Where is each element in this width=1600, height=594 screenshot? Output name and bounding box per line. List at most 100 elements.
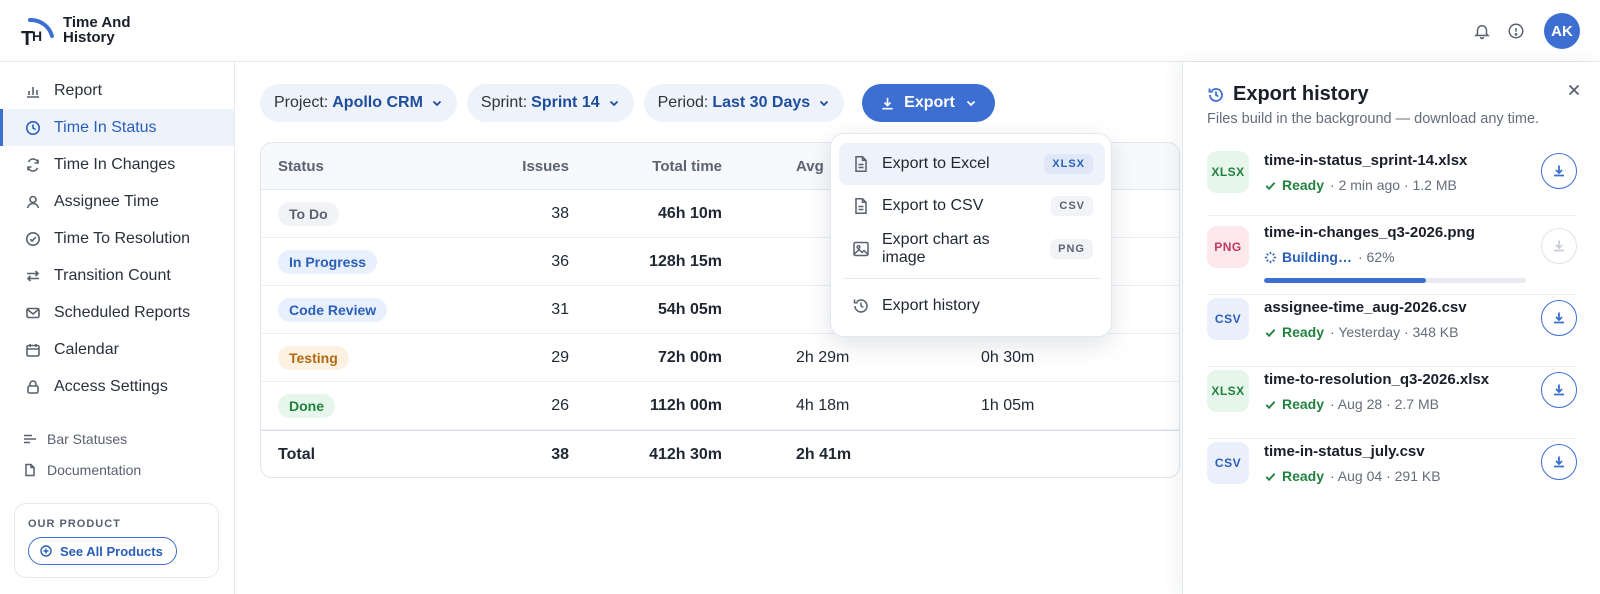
export-to-excel-item[interactable]: Export to Excel XLSX bbox=[839, 143, 1105, 185]
chevron-down-icon bbox=[431, 97, 443, 109]
sidebar-secondary: Bar Statuses Documentation bbox=[0, 423, 234, 485]
sidebar-item-calendar[interactable]: Calendar bbox=[0, 331, 234, 368]
history-file-item[interactable]: XLSX time-in-status_sprint-14.xlsx Ready · … bbox=[1207, 148, 1577, 216]
sidebar-item-time-in-changes[interactable]: Time In Changes bbox=[0, 146, 234, 183]
period-filter[interactable]: Period: Last 30 Days bbox=[643, 84, 845, 122]
column-header-avg[interactable]: Avg bbox=[796, 143, 824, 189]
file-name: time-in-status_sprint-14.xlsx bbox=[1264, 152, 1468, 169]
download-icon bbox=[1551, 382, 1567, 398]
document-icon bbox=[23, 463, 37, 477]
sidebar-item-bar-statuses[interactable]: Bar Statuses bbox=[0, 423, 234, 454]
sidebar-item-transition-count[interactable]: Transition Count bbox=[0, 257, 234, 294]
file-name: time-in-changes_q3-2026.png bbox=[1264, 224, 1475, 241]
close-icon[interactable] bbox=[1566, 82, 1582, 98]
sidebar-item-scheduled-reports[interactable]: Scheduled Reports bbox=[0, 294, 234, 331]
history-file-item[interactable]: CSV time-in-status_july.csv Ready · Aug 04 … bbox=[1207, 439, 1577, 511]
download-icon bbox=[1551, 238, 1567, 254]
see-all-products-button[interactable]: See All Products bbox=[28, 537, 177, 565]
status-pill: Done bbox=[278, 393, 335, 418]
brand-logo[interactable]: T H bbox=[20, 14, 54, 48]
status-pill: Code Review bbox=[278, 297, 388, 322]
sidebar: Report Time In Status Time In Changes As… bbox=[0, 62, 235, 594]
table-row[interactable]: Done 26 112h 00m 4h 18m 1h 05m bbox=[261, 382, 1179, 430]
user-icon bbox=[25, 194, 41, 210]
xlsx-tag: XLSX bbox=[1044, 154, 1093, 174]
filter-bar: Project: Apollo CRM Sprint: Sprint 14 Pe… bbox=[260, 84, 995, 122]
median-cell: 1h 05m bbox=[981, 396, 1035, 414]
our-product-label: OUR PRODUCT bbox=[28, 518, 121, 530]
file-details: · 62% bbox=[1358, 249, 1395, 265]
download-button[interactable] bbox=[1541, 228, 1577, 264]
sprint-filter-key: Sprint: bbox=[480, 94, 528, 111]
download-button[interactable] bbox=[1541, 300, 1577, 336]
check-icon bbox=[1264, 470, 1277, 483]
sidebar-item-access-settings[interactable]: Access Settings bbox=[0, 368, 234, 405]
total-time: 412h 30m bbox=[649, 445, 722, 463]
sidebar-item-documentation[interactable]: Documentation bbox=[0, 454, 234, 485]
info-icon[interactable] bbox=[1506, 21, 1526, 41]
download-button[interactable] bbox=[1541, 444, 1577, 480]
history-icon bbox=[1207, 86, 1225, 104]
history-file-item[interactable]: CSV assignee-time_aug-2026.csv Ready · Yest… bbox=[1207, 295, 1577, 367]
chevron-down-icon bbox=[818, 97, 830, 109]
check-icon bbox=[1264, 326, 1277, 339]
file-type-badge: CSV bbox=[1207, 298, 1249, 340]
file-icon bbox=[852, 197, 870, 215]
export-to-csv-item[interactable]: Export to CSV CSV bbox=[839, 185, 1105, 227]
bell-icon[interactable] bbox=[1472, 21, 1492, 41]
total-time-cell: 112h 00m bbox=[649, 396, 722, 414]
check-icon bbox=[1264, 179, 1277, 192]
sidebar-item-report[interactable]: Report bbox=[0, 72, 234, 109]
build-progress-fill bbox=[1264, 278, 1427, 283]
issues-cell: 29 bbox=[551, 348, 569, 366]
history-file-item[interactable]: PNG time-in-changes_q3-2026.png Building… ·… bbox=[1207, 216, 1577, 295]
sidebar-item-label: Assignee Time bbox=[54, 192, 159, 210]
sidebar-item-label: Time In Changes bbox=[54, 155, 176, 173]
file-meta: Ready · Yesterday · 348 KB bbox=[1264, 324, 1458, 340]
issues-cell: 38 bbox=[551, 204, 569, 222]
file-details: · Aug 28 · 2.7 MB bbox=[1330, 396, 1439, 412]
panel-subtitle: Files build in the background — download… bbox=[1207, 111, 1540, 127]
top-bar: T H Time And History AK bbox=[0, 0, 1600, 62]
status-pill: In Progress bbox=[278, 249, 378, 274]
file-status: Ready bbox=[1282, 468, 1325, 484]
download-button[interactable] bbox=[1541, 153, 1577, 189]
table-row[interactable]: Testing 29 72h 00m 2h 29m 0h 30m bbox=[261, 334, 1179, 382]
column-header-total-time[interactable]: Total time bbox=[652, 143, 722, 189]
brand-line-2: History bbox=[63, 29, 115, 46]
file-icon bbox=[852, 155, 870, 173]
issues-cell: 36 bbox=[551, 252, 569, 270]
export-button[interactable]: Export bbox=[862, 84, 995, 122]
avatar[interactable]: AK bbox=[1544, 13, 1580, 49]
brand-name: Time And History bbox=[63, 15, 131, 45]
sidebar-item-label: Documentation bbox=[47, 461, 142, 478]
file-meta: Ready · Aug 28 · 2.7 MB bbox=[1264, 396, 1439, 412]
history-file-item[interactable]: XLSX time-to-resolution_q3-2026.xlsx Ready… bbox=[1207, 367, 1577, 439]
sidebar-item-time-to-resolution[interactable]: Time To Resolution bbox=[0, 220, 234, 257]
project-filter[interactable]: Project: Apollo CRM bbox=[260, 84, 457, 122]
image-icon bbox=[852, 240, 870, 258]
column-header-issues[interactable]: Issues bbox=[522, 143, 569, 189]
file-details: · Yesterday · 348 KB bbox=[1330, 324, 1459, 340]
avg-cell: 4h 18m bbox=[796, 396, 850, 414]
export-history-item[interactable]: Export history bbox=[839, 285, 1105, 327]
chevron-down-icon bbox=[608, 97, 620, 109]
sidebar-item-assignee-time[interactable]: Assignee Time bbox=[0, 183, 234, 220]
sprint-filter[interactable]: Sprint: Sprint 14 bbox=[466, 84, 634, 122]
file-meta: Ready · 2 min ago · 1.2 MB bbox=[1264, 177, 1457, 193]
sidebar-item-time-in-status[interactable]: Time In Status bbox=[0, 109, 234, 146]
panel-title: Export history bbox=[1233, 83, 1369, 105]
sidebar-item-label: Time In Status bbox=[54, 118, 157, 136]
sidebar-item-label: Calendar bbox=[54, 340, 119, 358]
period-filter-value: Last 30 Days bbox=[712, 94, 811, 111]
refresh-icon bbox=[25, 157, 41, 173]
column-header-status[interactable]: Status bbox=[278, 143, 324, 189]
svg-text:H: H bbox=[32, 28, 42, 44]
export-chart-image-item[interactable]: Export chart as image PNG bbox=[839, 227, 1105, 271]
total-avg: 2h 41m bbox=[796, 445, 852, 463]
export-to-csv-label: Export to CSV bbox=[882, 197, 984, 214]
see-all-products-label: See All Products bbox=[60, 543, 163, 559]
bar-chart-icon bbox=[25, 83, 41, 99]
status-pill: To Do bbox=[278, 201, 339, 226]
download-button[interactable] bbox=[1541, 372, 1577, 408]
